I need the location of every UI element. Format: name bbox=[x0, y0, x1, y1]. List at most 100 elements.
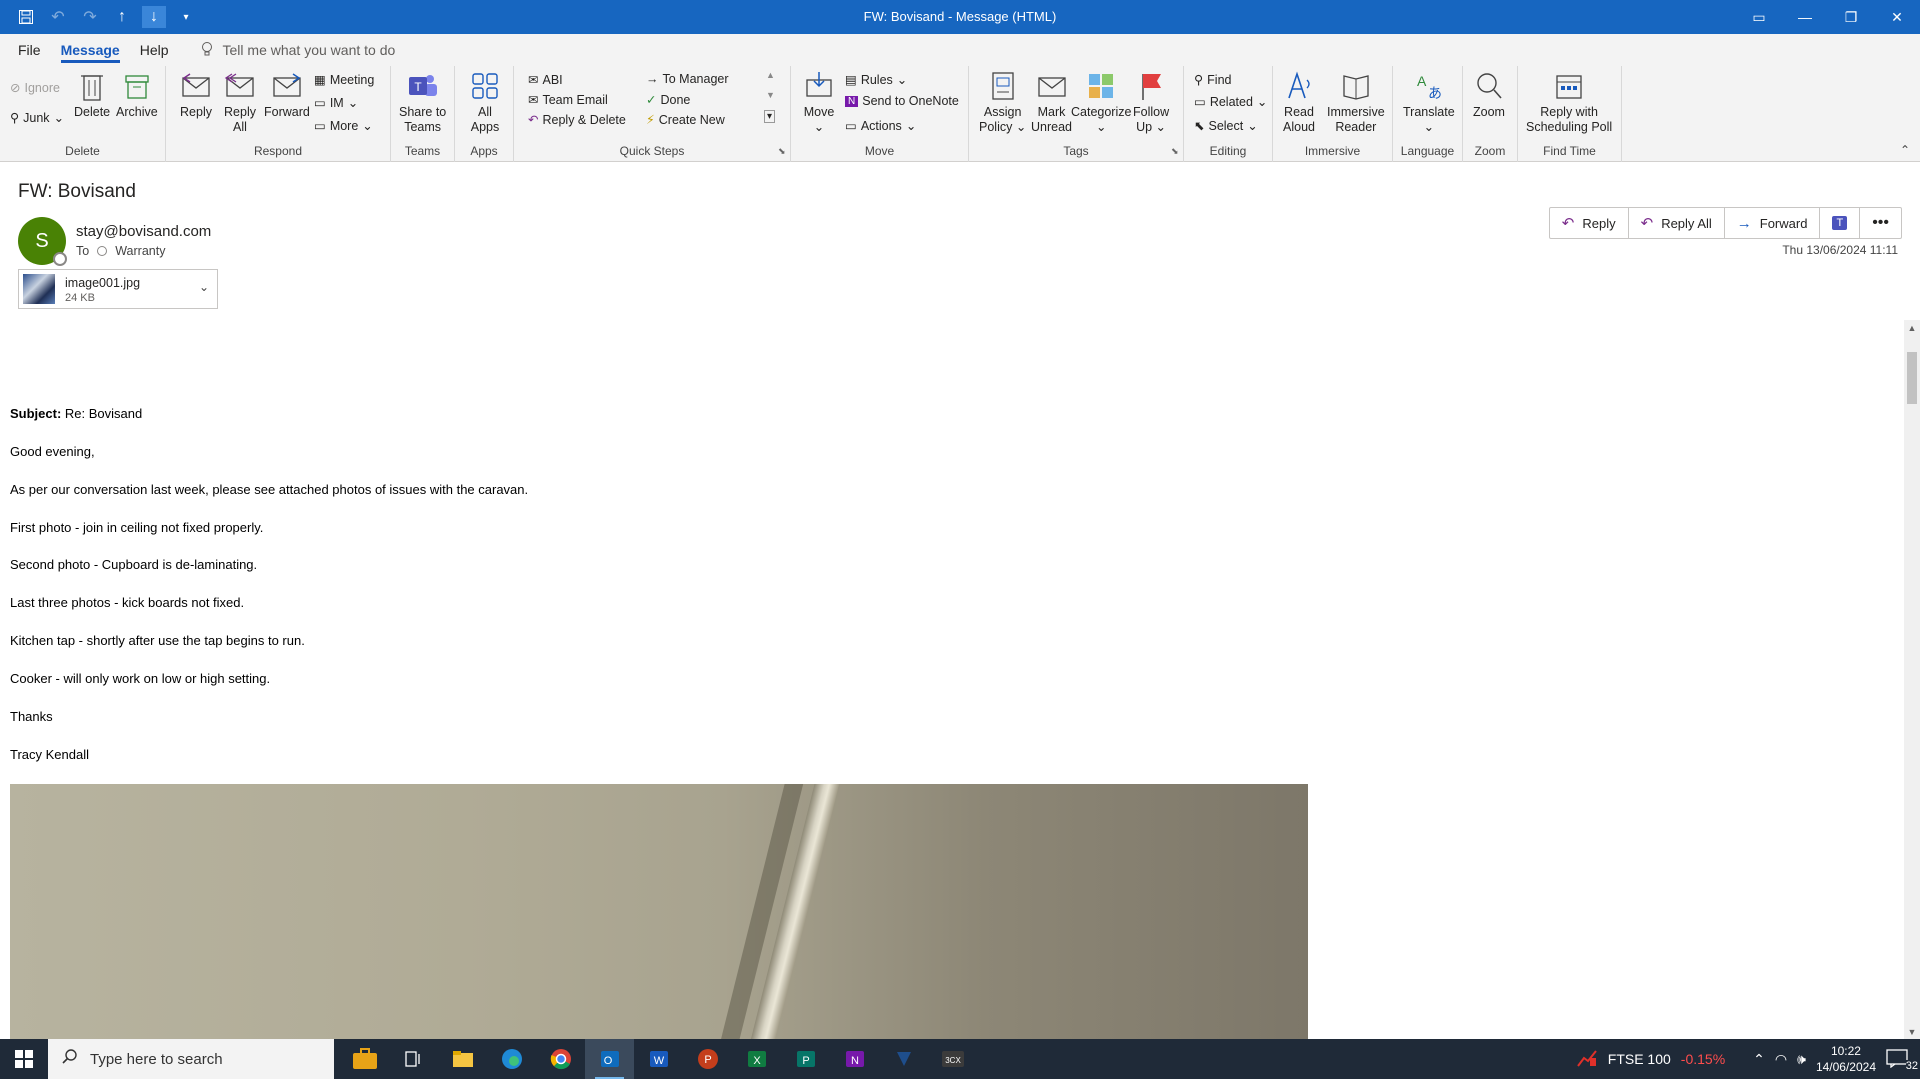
trash-icon bbox=[81, 75, 104, 101]
restore-button[interactable]: ❐ bbox=[1828, 0, 1874, 34]
forward-button[interactable]: → Forward bbox=[1725, 208, 1821, 238]
ticker-name[interactable]: FTSE 100 bbox=[1608, 1051, 1671, 1067]
teams-chat-button[interactable]: T bbox=[1820, 208, 1861, 238]
collapse-ribbon-icon[interactable]: ⌃ bbox=[1900, 143, 1910, 157]
quick-steps-expand[interactable]: ▾ bbox=[764, 110, 776, 123]
clock[interactable]: 10:22 14/06/2024 bbox=[1816, 1043, 1876, 1075]
volume-icon[interactable]: 🕪 bbox=[1797, 1051, 1806, 1068]
stock-chart-icon[interactable] bbox=[1576, 1048, 1598, 1071]
immersive-reader-button[interactable]: Immersive Reader bbox=[1327, 70, 1385, 135]
tell-me-box[interactable]: Tell me what you want to do bbox=[201, 41, 395, 60]
attachment-name: image001.jpg bbox=[65, 276, 141, 290]
taskbar-search[interactable]: Type here to search bbox=[48, 1039, 334, 1079]
quick-step-create-new[interactable]: ⚡ Create New bbox=[646, 112, 725, 128]
search-placeholder: Type here to search bbox=[90, 1050, 223, 1068]
ribbon-display-options-icon[interactable]: ▭ bbox=[1736, 0, 1782, 34]
quick-step-abi[interactable]: ✉ ABI bbox=[528, 72, 563, 88]
more-respond-button[interactable]: ▭ More ⌄ bbox=[314, 118, 373, 134]
more-actions-button[interactable]: ••• bbox=[1860, 208, 1901, 238]
notifications-icon[interactable]: 32 bbox=[1886, 1048, 1918, 1072]
rules-button[interactable]: ▤ Rules ⌄ bbox=[845, 72, 907, 88]
find-button[interactable]: ⚲ Find bbox=[1194, 72, 1231, 88]
delete-group: ⊘ Ignore ⚲ Junk ⌄ Delete Archive Delete bbox=[0, 66, 166, 162]
scroll-thumb[interactable] bbox=[1907, 352, 1917, 404]
editing-group: ⚲ Find ▭ Related ⌄ ⬉ Select ⌄ Editing bbox=[1184, 66, 1273, 162]
all-apps-button[interactable]: All Apps bbox=[469, 70, 501, 135]
read-aloud-button[interactable]: Read Aloud bbox=[1283, 70, 1315, 135]
sender-address[interactable]: stay@bovisand.com bbox=[76, 223, 211, 240]
categorize-button[interactable]: Categorize ⌄ bbox=[1071, 70, 1131, 135]
quick-steps-scroll-up[interactable]: ▲ bbox=[766, 70, 775, 80]
svg-text:あ: あ bbox=[1428, 86, 1442, 102]
vertical-scrollbar[interactable]: ▲ ▼ bbox=[1904, 320, 1920, 1040]
quick-step-reply-delete[interactable]: ↶ Reply & Delete bbox=[528, 112, 626, 128]
publisher-icon[interactable]: P bbox=[781, 1039, 830, 1079]
junk-icon: ⚲ bbox=[10, 111, 20, 125]
tab-message[interactable]: Message bbox=[51, 34, 130, 66]
task-view-icon[interactable] bbox=[389, 1039, 438, 1079]
mark-unread-button[interactable]: Mark Unread bbox=[1031, 70, 1072, 135]
svg-text:T: T bbox=[414, 80, 422, 94]
reply-all-button[interactable]: ↶ Reply All bbox=[1629, 208, 1725, 238]
reply-all-ribbon-button[interactable]: Reply All bbox=[224, 70, 256, 135]
translate-button[interactable]: Aあ Translate ⌄ bbox=[1403, 70, 1455, 135]
actions-button[interactable]: ▭ Actions ⌄ bbox=[845, 118, 916, 134]
move-button[interactable]: Move ⌄ bbox=[803, 70, 835, 135]
delete-button[interactable]: Delete bbox=[74, 70, 110, 120]
follow-up-button[interactable]: Follow Up ⌄ bbox=[1133, 70, 1169, 135]
tab-file[interactable]: File bbox=[8, 34, 51, 66]
embedded-photo[interactable] bbox=[10, 784, 1308, 1040]
move-group: Move ⌄ ▤ Rules ⌄ N Send to OneNote ▭ Actions… bbox=[791, 66, 969, 162]
im-button[interactable]: ▭ IM ⌄ bbox=[314, 95, 358, 111]
archive-button[interactable]: Archive bbox=[116, 70, 158, 120]
scroll-up-icon[interactable]: ▲ bbox=[1904, 320, 1920, 336]
find-time-group: Reply with Scheduling Poll Find Time bbox=[1518, 66, 1622, 162]
windows-start-icon[interactable] bbox=[0, 1039, 48, 1079]
wifi-icon[interactable]: ◠ bbox=[1775, 1051, 1787, 1068]
share-to-teams-button[interactable]: T Share to Teams bbox=[399, 70, 446, 135]
3cx-icon[interactable]: 3CX bbox=[928, 1039, 977, 1079]
zoom-button[interactable]: Zoom bbox=[1473, 70, 1505, 120]
categorize-icon bbox=[1089, 74, 1114, 98]
reply-button[interactable]: ↶ Reply bbox=[1550, 208, 1629, 238]
chevron-down-icon[interactable]: ⌄ bbox=[199, 280, 209, 294]
tab-help[interactable]: Help bbox=[130, 34, 179, 66]
onenote-icon: N bbox=[845, 95, 859, 107]
message-actions: ↶ Reply ↶ Reply All → Forward T ••• bbox=[1548, 207, 1902, 239]
attachment-card[interactable]: image001.jpg 24 KB ⌄ bbox=[18, 269, 218, 309]
excel-icon[interactable]: X bbox=[732, 1039, 781, 1079]
quick-steps-scroll-down[interactable]: ▼ bbox=[766, 90, 775, 100]
powerpoint-icon[interactable]: P bbox=[683, 1039, 732, 1079]
recipient-name[interactable]: Warranty bbox=[115, 244, 165, 258]
presence-indicator bbox=[53, 252, 67, 266]
body-line: Thanks bbox=[10, 709, 53, 724]
scroll-down-icon[interactable]: ▼ bbox=[1904, 1024, 1920, 1040]
close-button[interactable]: ✕ bbox=[1874, 0, 1920, 34]
message-date: Thu 13/06/2024 11:11 bbox=[1782, 243, 1898, 257]
scheduling-poll-button[interactable]: Reply with Scheduling Poll bbox=[1526, 70, 1612, 135]
briefcase-icon[interactable] bbox=[340, 1039, 389, 1079]
select-button[interactable]: ⬉ Select ⌄ bbox=[1194, 118, 1258, 134]
junk-button[interactable]: ⚲ Junk ⌄ bbox=[10, 110, 64, 126]
ignore-button[interactable]: ⊘ Ignore bbox=[10, 80, 60, 96]
assign-policy-button[interactable]: Assign Policy ⌄ bbox=[979, 70, 1026, 135]
message-subject: FW: Bovisand bbox=[18, 181, 136, 202]
onenote-icon[interactable]: N bbox=[830, 1039, 879, 1079]
related-button[interactable]: ▭ Related ⌄ bbox=[1194, 94, 1267, 110]
menu-bar: File Message Help Tell me what you want … bbox=[0, 34, 1920, 66]
app-icon[interactable] bbox=[879, 1039, 928, 1079]
outlook-icon[interactable]: O bbox=[585, 1039, 634, 1079]
quick-step-to-manager[interactable]: → To Manager bbox=[646, 72, 729, 86]
minimize-button[interactable]: — bbox=[1782, 0, 1828, 34]
chrome-icon[interactable] bbox=[536, 1039, 585, 1079]
file-explorer-icon[interactable] bbox=[438, 1039, 487, 1079]
meeting-button[interactable]: ▦ Meeting bbox=[314, 72, 374, 88]
chevron-up-icon[interactable]: ⌃ bbox=[1753, 1051, 1765, 1068]
reply-ribbon-button[interactable]: Reply bbox=[180, 70, 212, 120]
edge-icon[interactable] bbox=[487, 1039, 536, 1079]
quick-step-team-email[interactable]: ✉ Team Email bbox=[528, 92, 608, 108]
forward-ribbon-button[interactable]: Forward bbox=[264, 70, 310, 120]
word-icon[interactable]: W bbox=[634, 1039, 683, 1079]
quick-step-done[interactable]: ✓ Done bbox=[646, 92, 690, 108]
send-to-onenote-button[interactable]: N Send to OneNote bbox=[845, 94, 959, 108]
